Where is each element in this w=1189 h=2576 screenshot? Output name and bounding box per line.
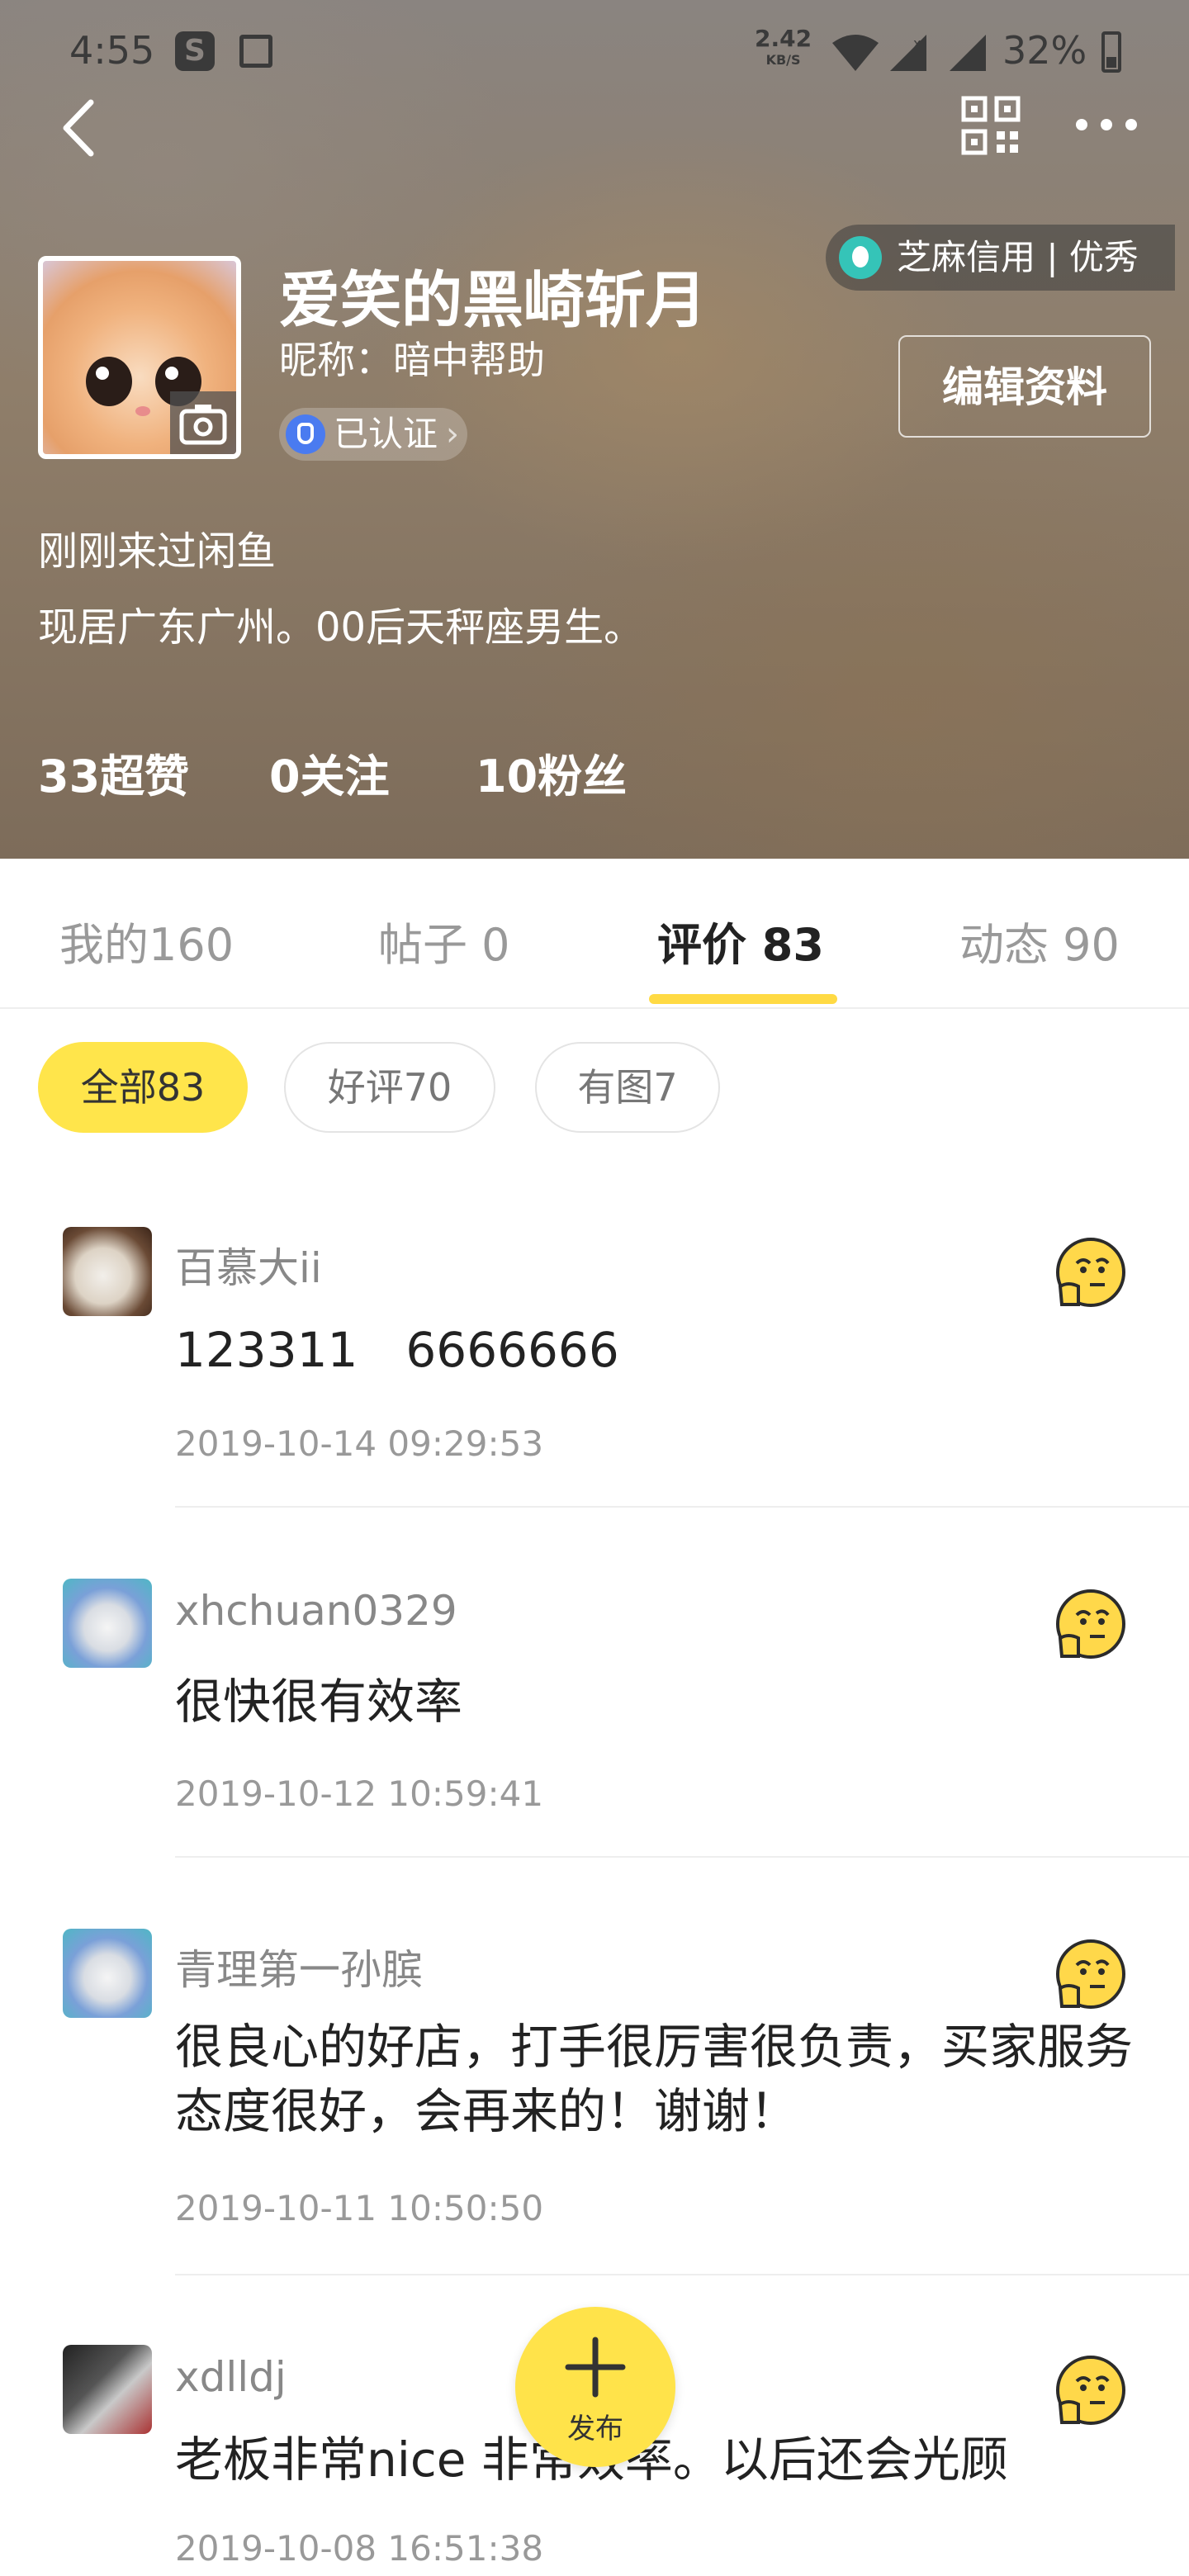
publish-button[interactable]: 发布 bbox=[515, 2307, 675, 2467]
stat-following[interactable]: 0关注 bbox=[269, 740, 390, 805]
publish-label: 发布 bbox=[567, 2413, 623, 2446]
review-divider bbox=[175, 2274, 1189, 2275]
review-divider bbox=[175, 1856, 1189, 1858]
filter-positive[interactable]: 好评70 bbox=[284, 1042, 495, 1133]
thinking-emoji-icon bbox=[1056, 1939, 1125, 2009]
edit-profile-button[interactable]: 编辑资料 bbox=[898, 335, 1151, 438]
review-time: 2019-10-08 16:51:38 bbox=[175, 2528, 544, 2569]
status-time: 4:55 bbox=[69, 28, 155, 73]
credit-badge[interactable]: 芝麻信用 | 优秀 bbox=[826, 225, 1175, 291]
review-divider bbox=[175, 1506, 1189, 1508]
tab-activity[interactable]: 动态 90 bbox=[959, 908, 1120, 973]
user-avatar[interactable] bbox=[38, 256, 241, 459]
back-arrow-icon[interactable] bbox=[53, 91, 102, 165]
review-time: 2019-10-12 10:59:41 bbox=[175, 1773, 544, 1814]
verified-shield-icon bbox=[286, 414, 325, 454]
tab-posts[interactable]: 帖子 0 bbox=[378, 908, 510, 973]
reviewer-avatar[interactable] bbox=[63, 1579, 152, 1668]
filter-with-images[interactable]: 有图7 bbox=[535, 1042, 720, 1133]
stat-followers[interactable]: 10粉丝 bbox=[476, 740, 627, 805]
network-speed-value: 2.42 bbox=[755, 25, 812, 52]
battery-icon bbox=[1101, 31, 1121, 73]
user-alias: 昵称：暗中帮助 bbox=[279, 338, 545, 382]
thinking-emoji-icon bbox=[1056, 1238, 1125, 1307]
tab-reviews[interactable]: 评价 83 bbox=[657, 908, 824, 973]
profile-header: 4:55 S 2.42 KB/S x 32% 芝麻信用 | 优秀 爱笑的黑崎斩月… bbox=[0, 0, 1189, 859]
reviewer-name[interactable]: xdlldj bbox=[175, 2353, 287, 2401]
sesame-credit-icon bbox=[839, 236, 882, 279]
chevron-right-icon: › bbox=[446, 415, 460, 453]
review-time: 2019-10-11 10:50:50 bbox=[175, 2188, 544, 2228]
tab-mine[interactable]: 我的160 bbox=[59, 908, 234, 973]
review-time: 2019-10-14 09:29:53 bbox=[175, 1423, 544, 1464]
content-tabs: 我的160 帖子 0 评价 83 动态 90 bbox=[0, 859, 1189, 1009]
review-text: 很快很有效率 bbox=[175, 1674, 463, 1730]
camera-icon[interactable] bbox=[170, 391, 236, 454]
verified-label: 已认证 bbox=[334, 414, 438, 454]
svg-text:x: x bbox=[913, 36, 921, 51]
reviewer-name[interactable]: xhchuan0329 bbox=[175, 1587, 457, 1635]
filter-all[interactable]: 全部83 bbox=[38, 1042, 248, 1133]
status-bar: 4:55 S 2.42 KB/S x 32% bbox=[0, 0, 1189, 107]
reviewer-avatar[interactable] bbox=[63, 2345, 152, 2434]
network-speed-unit: KB/S bbox=[765, 52, 801, 68]
thinking-emoji-icon bbox=[1056, 1589, 1125, 1659]
credit-badge-label: 芝麻信用 | 优秀 bbox=[897, 237, 1139, 277]
battery-percent: 32% bbox=[1002, 28, 1087, 73]
wifi-icon bbox=[832, 35, 879, 71]
app-notification-icon: S bbox=[175, 31, 215, 71]
signal-icon: x bbox=[890, 35, 926, 71]
image-notification-icon bbox=[239, 35, 272, 68]
more-options-icon[interactable] bbox=[1072, 112, 1141, 137]
reviewer-avatar[interactable] bbox=[63, 1929, 152, 2018]
reviewer-name[interactable]: 百慕大ii bbox=[175, 1235, 322, 1295]
signal-icon-2 bbox=[950, 35, 986, 71]
verified-badge[interactable]: 已认证 › bbox=[279, 408, 468, 461]
stat-likes[interactable]: 33超赞 bbox=[38, 740, 189, 805]
reviewer-name[interactable]: 青理第一孙膑 bbox=[175, 1937, 423, 1996]
bio-line-2: 现居广东广州。00后天秤座男生。 bbox=[38, 604, 644, 651]
thinking-emoji-icon bbox=[1056, 2356, 1125, 2425]
user-nickname: 爱笑的黑崎斩月 bbox=[279, 265, 707, 336]
review-text: 123311 6666666 bbox=[175, 1322, 619, 1378]
avatar-nose bbox=[135, 406, 150, 416]
avatar-eye-left bbox=[86, 357, 132, 406]
review-text: 很良心的好店，打手很厉害很负责，买家服务态度很好，会再来的！谢谢！ bbox=[175, 2019, 1134, 2139]
network-speed: 2.42 KB/S bbox=[755, 25, 812, 71]
qr-code-icon[interactable] bbox=[961, 96, 1021, 155]
plus-icon bbox=[565, 2337, 626, 2398]
bio-line-1: 刚刚来过闲鱼 bbox=[38, 528, 277, 575]
active-tab-indicator bbox=[649, 994, 837, 1004]
reviewer-avatar[interactable] bbox=[63, 1227, 152, 1316]
